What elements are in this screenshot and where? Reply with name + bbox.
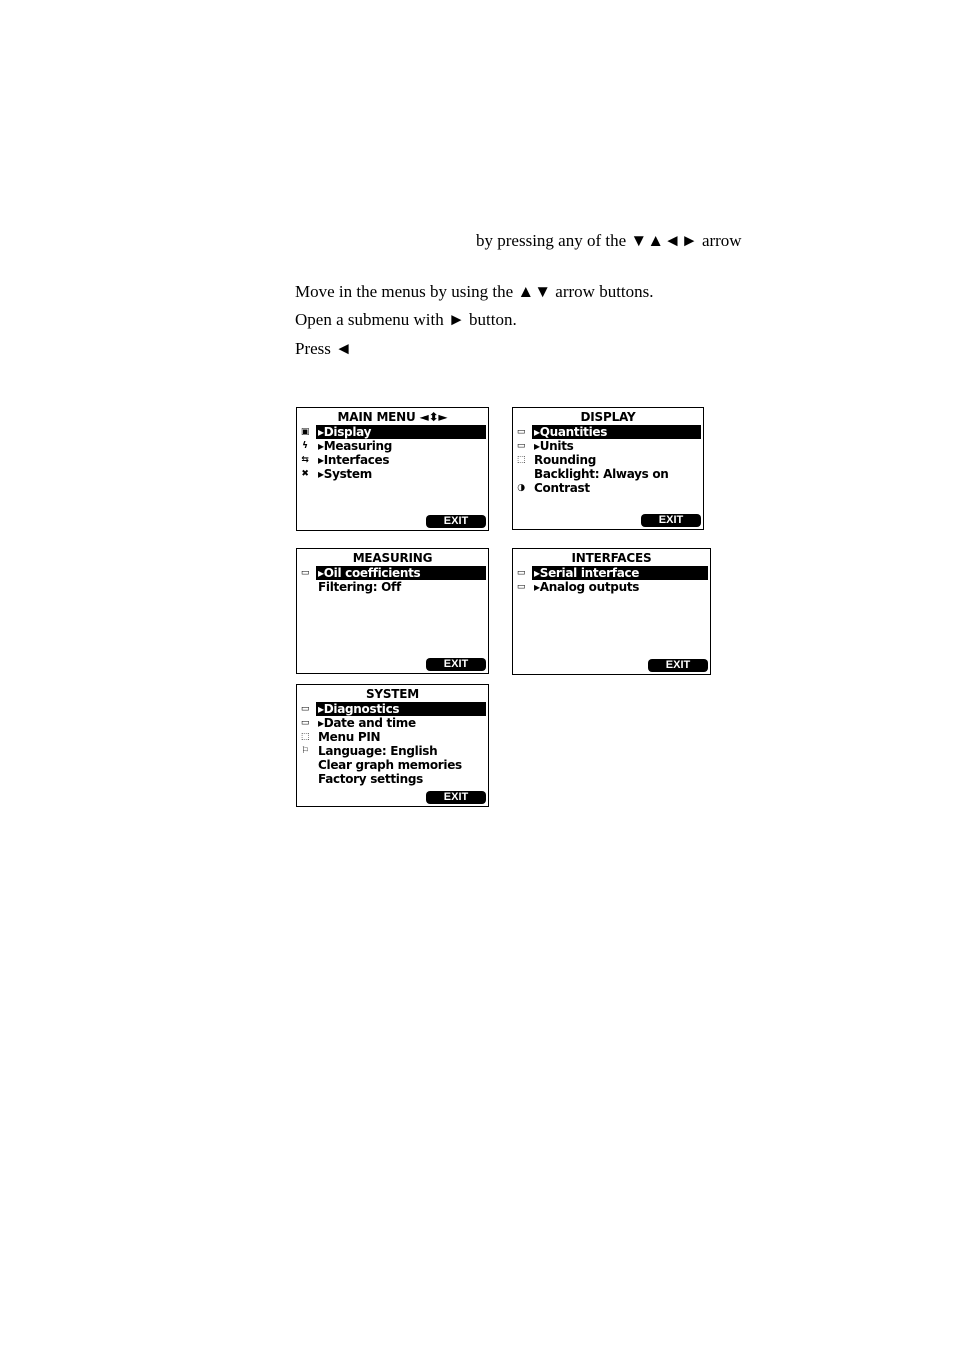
menu-item[interactable]: ⬚ Menu PIN [297, 730, 488, 744]
screen-title: INTERFACES [571, 551, 652, 565]
exit-button[interactable]: EXIT [641, 514, 701, 527]
menu-item-label: Contrast [534, 481, 590, 495]
screen-interfaces: INTERFACES ▭ ▸Serial interface ▭ ▸Analog out… [512, 548, 711, 675]
contrast-icon: ◑ [517, 483, 525, 493]
menu-item[interactable]: ⚐ Language: English [297, 744, 488, 758]
instruction-line-4: Press ◄ [295, 339, 352, 358]
menu-item-label: ▸Units [534, 439, 574, 453]
interfaces-icon: ⇆ [301, 455, 309, 465]
exit-button[interactable]: EXIT [426, 791, 486, 804]
flag-icon: ⚐ [301, 746, 309, 756]
folder-icon: ▭ [300, 568, 310, 578]
exit-button[interactable]: EXIT [426, 658, 486, 671]
menu-item-label: Filtering: Off [318, 580, 401, 594]
menu-item[interactable]: ϟ ▸Measuring [297, 439, 488, 453]
folder-icon: ▭ [516, 441, 526, 451]
menu-item-label: ▸Diagnostics [316, 702, 486, 716]
menu-item[interactable]: ▭ ▸Date and time [297, 716, 488, 730]
menu-item[interactable]: Factory settings [297, 772, 488, 786]
screen-title: SYSTEM [365, 687, 420, 701]
menu-item[interactable]: ▭ ▸Units [513, 439, 703, 453]
menu-item-label: Backlight: Always on [534, 467, 669, 481]
menu-item-label: Clear graph memories [318, 758, 462, 772]
screen-title: MEASURING [352, 551, 433, 565]
menu-item[interactable]: Filtering: Off [297, 580, 488, 594]
dotted-box-icon: ⬚ [300, 732, 310, 742]
menu-item-label: ▸Display [316, 425, 486, 439]
menu-item-label: Factory settings [318, 772, 423, 786]
screen-measuring: MEASURING ▭ ▸Oil coefficients Filtering: Of… [296, 548, 489, 674]
dotted-box-icon: ⬚ [516, 455, 526, 465]
menu-item[interactable]: ⬚ Rounding [513, 453, 703, 467]
menu-item[interactable]: ▭ ▸Diagnostics [297, 702, 488, 716]
display-icon: ▣ [300, 427, 310, 437]
folder-icon: ▭ [516, 427, 526, 437]
lightning-icon: ϟ [302, 441, 308, 451]
menu-item[interactable]: ▭ ▸Oil coefficients [297, 566, 488, 580]
screen-main-menu: MAIN MENU ◄⬍► ▣ ▸Display ϟ ▸Measuring ⇆ ▸Inter… [296, 407, 489, 531]
menu-item[interactable]: ▭ ▸Analog outputs [513, 580, 710, 594]
menu-item-label: Language: English [318, 744, 438, 758]
folder-icon: ▭ [516, 582, 526, 592]
menu-item-label: Menu PIN [318, 730, 381, 744]
menu-item-label: ▸Date and time [318, 716, 416, 730]
screen-title: DISPLAY [580, 410, 636, 424]
menu-item[interactable]: ▭ ▸Quantities [513, 425, 703, 439]
exit-button[interactable]: EXIT [648, 659, 708, 672]
folder-icon: ▭ [300, 704, 310, 714]
exit-button[interactable]: EXIT [426, 515, 486, 528]
menu-item-label: ▸Serial interface [532, 566, 708, 580]
menu-item[interactable]: ✖ ▸System [297, 467, 488, 481]
folder-icon: ▭ [516, 568, 526, 578]
screen-title: MAIN MENU ◄⬍► [337, 410, 448, 424]
menu-item-label: ▸Quantities [532, 425, 701, 439]
menu-item-label: ▸System [318, 467, 372, 481]
instruction-line-3: Open a submenu with ► button. [295, 310, 517, 329]
menu-item[interactable]: ⇆ ▸Interfaces [297, 453, 488, 467]
menu-item[interactable]: Clear graph memories [297, 758, 488, 772]
screen-system: SYSTEM ▭ ▸Diagnostics ▭ ▸Date and time ⬚ Menu … [296, 684, 489, 807]
menu-item[interactable]: ▣ ▸Display [297, 425, 488, 439]
menu-item[interactable]: Backlight: Always on [513, 467, 703, 481]
folder-icon: ▭ [300, 718, 310, 728]
menu-item-label: ▸Interfaces [318, 453, 390, 467]
wrench-icon: ✖ [301, 469, 309, 479]
menu-item-label: ▸Measuring [318, 439, 393, 453]
instruction-line-1: by pressing any of the ▼▲◄► arrow [476, 231, 742, 250]
menu-item-label: ▸Oil coefficients [316, 566, 486, 580]
instruction-line-2: Move in the menus by using the ▲▼ arrow … [295, 282, 654, 301]
menu-item[interactable]: ▭ ▸Serial interface [513, 566, 710, 580]
screen-display: DISPLAY ▭ ▸Quantities ▭ ▸Units ⬚ Rounding Backl… [512, 407, 704, 530]
menu-item[interactable]: ◑ Contrast [513, 481, 703, 495]
menu-item-label: Rounding [534, 453, 597, 467]
menu-item-label: ▸Analog outputs [534, 580, 640, 594]
